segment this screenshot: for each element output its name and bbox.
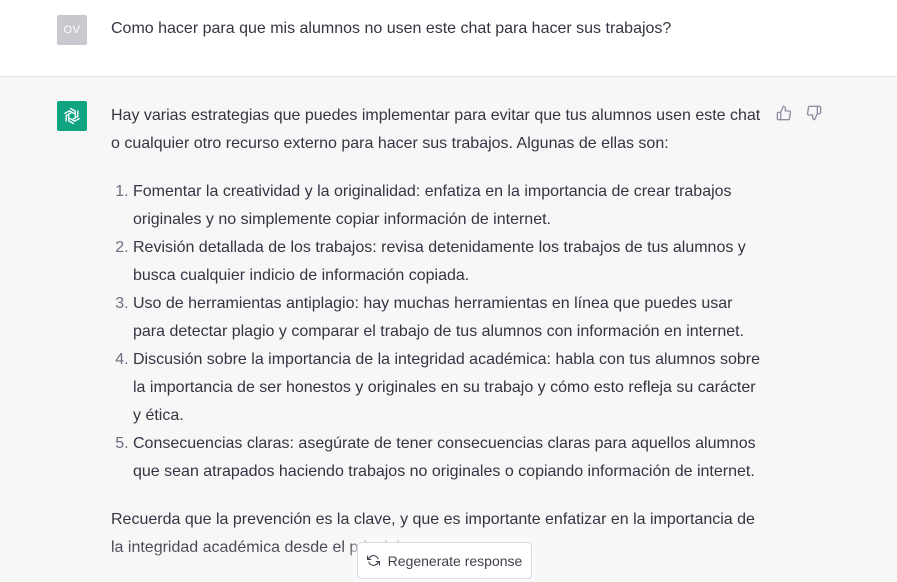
user-avatar: OV <box>57 15 87 45</box>
list-item: Discusión sobre la importancia de la int… <box>133 346 767 430</box>
refresh-icon <box>366 554 380 567</box>
user-message-text: Como hacer para que mis alumnos no usen … <box>111 20 672 37</box>
thumbs-up-icon[interactable] <box>775 104 793 122</box>
regenerate-label: Regenerate response <box>387 552 523 569</box>
thumbs-down-icon[interactable] <box>805 104 823 122</box>
openai-logo-icon <box>57 101 87 131</box>
feedback-buttons <box>775 104 823 122</box>
list-item: Revisión detallada de los trabajos: revi… <box>133 234 767 290</box>
list-item: Uso de herramientas antiplagio: hay much… <box>133 290 767 346</box>
user-message-row: OV Como hacer para que mis alumnos no us… <box>0 0 897 77</box>
strategy-list: Fomentar la creatividad y la originalida… <box>111 178 767 486</box>
assistant-intro: Hay varias estrategias que puedes implem… <box>111 107 761 152</box>
assistant-message-text: Hay varias estrategias que puedes implem… <box>111 102 767 562</box>
list-item: Fomentar la creatividad y la originalida… <box>133 178 767 234</box>
regenerate-response-button[interactable]: Regenerate response <box>357 542 532 579</box>
assistant-message-row: Hay varias estrategias que puedes implem… <box>0 77 897 582</box>
list-item: Consecuencias claras: asegúrate de tener… <box>133 430 767 486</box>
